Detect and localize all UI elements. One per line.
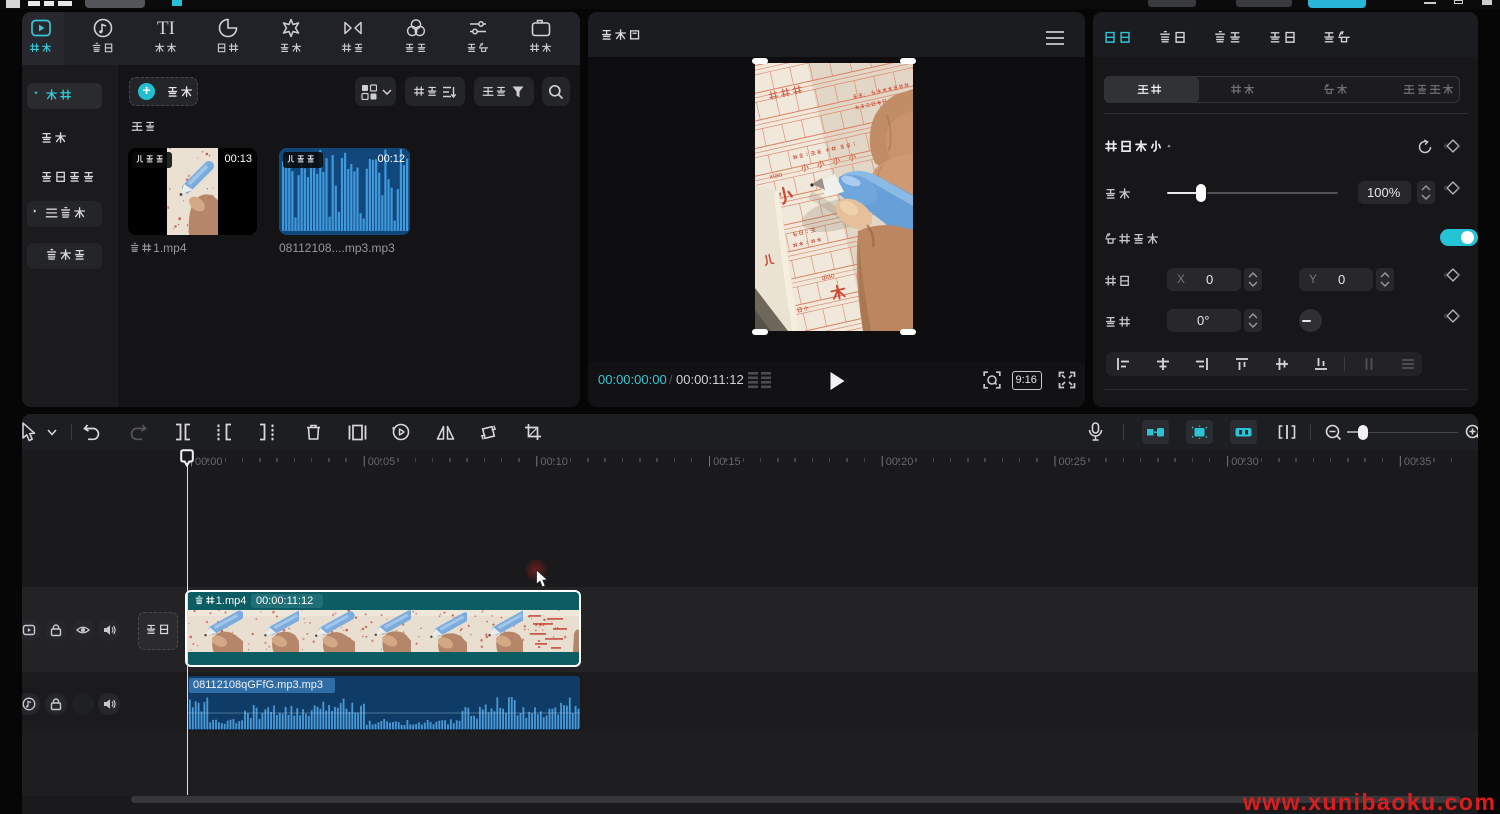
svg-text:TI: TI bbox=[157, 18, 175, 39]
